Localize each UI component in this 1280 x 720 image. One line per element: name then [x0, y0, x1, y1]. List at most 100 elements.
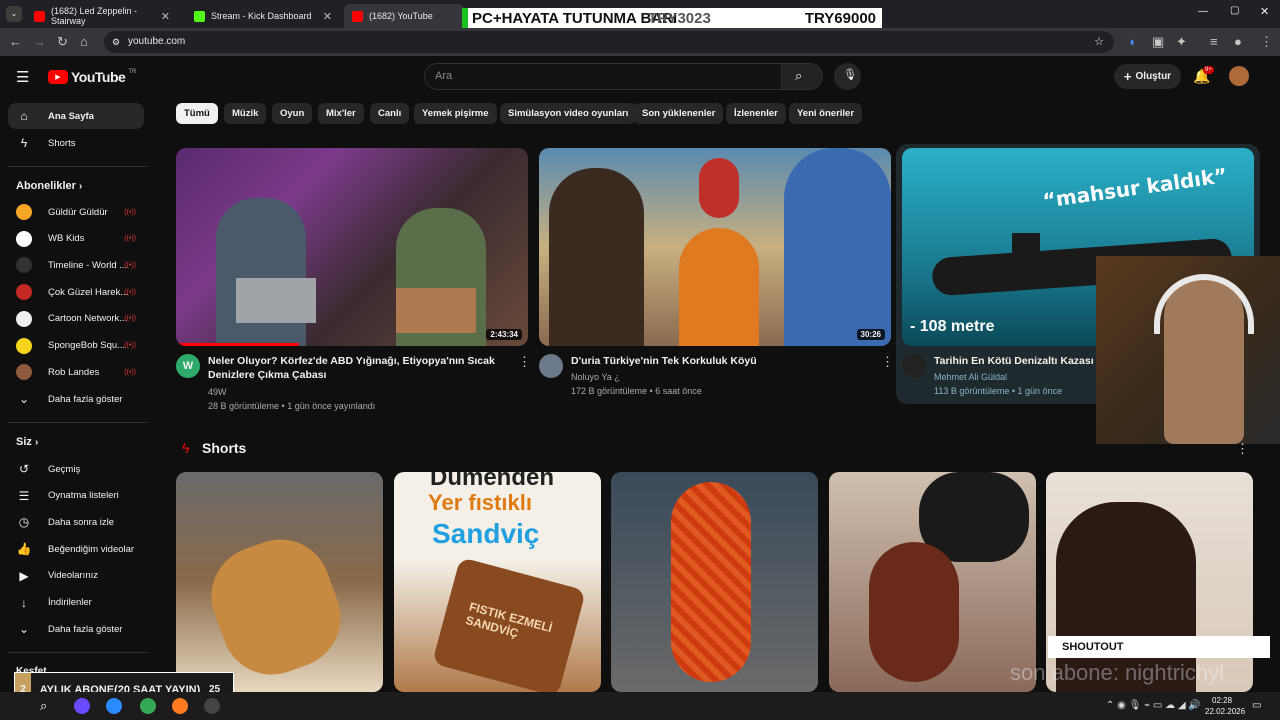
- live-indicator-icon: ((•)): [124, 288, 136, 296]
- reading-list-icon[interactable]: ≡: [1210, 34, 1218, 49]
- chevron-right-icon: ›: [34, 437, 39, 448]
- video-title[interactable]: D'uria Türkiye'nin Tek Korkuluk Köyü: [571, 354, 861, 368]
- app-icon[interactable]: [106, 698, 122, 714]
- browser-menu-icon[interactable]: ⋮: [1260, 34, 1273, 50]
- voice-search-button[interactable]: 🎙: [834, 63, 861, 90]
- sidebar-subscription-item[interactable]: WB Kids ((•)): [8, 226, 144, 252]
- search-icon[interactable]: ⌕: [40, 698, 56, 714]
- clock-date[interactable]: 22.02.2026: [1205, 707, 1245, 716]
- youtube-logo[interactable]: ▶ YouTube TR: [48, 69, 136, 85]
- short-caption: Sandviç: [432, 518, 540, 549]
- filter-chip[interactable]: Yeni öneriler: [789, 103, 863, 124]
- sidebar-item-download[interactable]: ↓ İndirilenler: [8, 590, 144, 616]
- sidebar-subscription-item[interactable]: Cartoon Network... ((•)): [8, 306, 144, 332]
- create-label: Oluştur: [1135, 71, 1172, 82]
- sidebar-item-like[interactable]: 👍 Beğendiğim videolar: [8, 536, 144, 562]
- profile-icon[interactable]: ●: [1234, 34, 1242, 49]
- back-icon[interactable]: ←: [9, 34, 22, 49]
- home-icon[interactable]: ⌂: [80, 34, 88, 49]
- extension-icon[interactable]: ▣: [1152, 34, 1164, 50]
- sidebar-subscription-item[interactable]: Timeline - World ... ((•)): [8, 252, 144, 278]
- channel-avatar[interactable]: [539, 354, 563, 378]
- filter-chip[interactable]: Simülasyon video oyunları: [500, 103, 637, 124]
- account-avatar[interactable]: [1229, 66, 1249, 86]
- search-button[interactable]: ⌕: [781, 63, 823, 90]
- sidebar-subscription-item[interactable]: Rob Landes ((•)): [8, 359, 144, 385]
- short-thumbnail[interactable]: [176, 472, 383, 692]
- filter-chip[interactable]: İzlenenler: [726, 103, 786, 124]
- close-tab-icon[interactable]: ✕: [161, 10, 170, 23]
- sidebar-divider: [8, 422, 148, 423]
- system-tray[interactable]: ⌃ ◉ 🎙 ⌁ ▭ ☁ ◢ 🔊: [1106, 700, 1201, 711]
- video-title[interactable]: Neler Oluyor? Körfez'de ABD Yığınağı, Et…: [208, 354, 498, 382]
- extension-icon[interactable]: ◖: [1128, 34, 1136, 49]
- short-thumbnail[interactable]: [611, 472, 818, 692]
- video-title[interactable]: Tarihin En Kötü Denizaltı Kazası - K: [934, 354, 1114, 368]
- app-icon[interactable]: [74, 698, 90, 714]
- sidebar-item-history[interactable]: ↺ Geçmiş: [8, 456, 144, 482]
- short-thumbnail[interactable]: [1046, 472, 1253, 692]
- maximize-icon[interactable]: ▢: [1230, 5, 1239, 16]
- url-text: youtube.com: [128, 36, 186, 47]
- chrome-icon[interactable]: [140, 698, 156, 714]
- close-window-icon[interactable]: ✕: [1260, 5, 1269, 18]
- filter-chip[interactable]: Müzik: [224, 103, 267, 124]
- filter-chip[interactable]: Son yüklenenler: [634, 103, 724, 124]
- channel-avatar[interactable]: [902, 354, 926, 378]
- channel-name[interactable]: Mehmet Ali Güldal: [934, 370, 1007, 384]
- minimize-icon[interactable]: —: [1198, 6, 1208, 17]
- thumbnail-submarine-tower: [1012, 233, 1040, 257]
- sidebar-show-more[interactable]: ⌄ Daha fazla göster: [8, 386, 144, 412]
- bookmark-star-icon[interactable]: ☆: [1094, 31, 1104, 53]
- sidebar-show-more[interactable]: ⌄ Daha fazla göster: [8, 616, 144, 642]
- tab-title: (1682) Led Zeppelin - Stairway: [51, 6, 138, 26]
- tab-kick-dashboard[interactable]: Stream - Kick Dashboard ✕: [186, 4, 340, 28]
- hamburger-menu-icon[interactable]: ☰: [16, 68, 29, 86]
- sidebar-item-playlist[interactable]: ☰ Oynatma listeleri: [8, 483, 144, 509]
- video-thumbnail[interactable]: 2:43:34: [176, 148, 528, 346]
- channel-name[interactable]: 49W: [208, 385, 227, 399]
- tab-led-zeppelin[interactable]: (1682) Led Zeppelin - Stairway ✕: [26, 4, 178, 28]
- address-bar[interactable]: ⚙ youtube.com ☆: [104, 31, 1114, 53]
- live-indicator-icon: ((•)): [124, 342, 136, 349]
- site-info-icon[interactable]: ⚙: [112, 31, 120, 53]
- filter-chip[interactable]: Oyun: [272, 103, 313, 124]
- search-input[interactable]: Ara: [424, 63, 782, 90]
- firefox-icon[interactable]: [172, 698, 188, 714]
- sidebar-subscription-item[interactable]: Çok Güzel Harek... ((•)): [8, 279, 144, 305]
- sidebar-subscription-item[interactable]: SpongeBob Squ... ((•)): [8, 333, 144, 359]
- short-caption: Dümenden: [430, 472, 555, 491]
- sidebar-item-clock[interactable]: ◷ Daha sonra izle: [8, 509, 144, 535]
- tab-youtube-active[interactable]: (1682) YouTube: [344, 4, 464, 28]
- you-heading[interactable]: Siz ›: [16, 436, 38, 448]
- short-thumbnail[interactable]: Dümenden Yer fıstıklı Sandviç FISTIK EZM…: [394, 472, 601, 692]
- plus-icon: +: [1123, 69, 1132, 84]
- video-thumbnail[interactable]: 30:26: [539, 148, 891, 346]
- clock-time[interactable]: 02:28: [1212, 696, 1232, 705]
- filter-chip[interactable]: Mix'ler: [318, 103, 364, 124]
- filter-chip[interactable]: Canlı: [370, 103, 410, 124]
- sidebar-item-video[interactable]: ▶ Videolarınız: [8, 563, 144, 589]
- filter-chip[interactable]: Yemek pişirme: [414, 103, 497, 124]
- notification-center-icon[interactable]: ▭: [1252, 700, 1261, 711]
- channel-avatar[interactable]: W: [176, 354, 200, 378]
- sidebar-subscription-item[interactable]: Güldür Güldür ((•)): [8, 199, 144, 225]
- sidebar-item-shorts[interactable]: ϟ Shorts: [8, 130, 144, 156]
- short-thumbnail[interactable]: [829, 472, 1036, 692]
- shorts-more-options-icon[interactable]: ⋮: [1236, 441, 1249, 457]
- tab-list-button[interactable]: ⌄: [6, 6, 22, 22]
- more-options-icon[interactable]: ⋮: [518, 354, 531, 370]
- reload-icon[interactable]: ↻: [57, 34, 68, 50]
- sidebar-item-home[interactable]: ⌂ Ana Sayfa: [8, 103, 144, 129]
- extensions-puzzle-icon[interactable]: ✦: [1176, 34, 1187, 50]
- sidebar-item-label: Güldür Güldür: [48, 206, 108, 218]
- create-button[interactable]: + Oluştur: [1114, 64, 1181, 89]
- forward-icon[interactable]: →: [33, 34, 46, 49]
- close-tab-icon[interactable]: ✕: [323, 10, 332, 23]
- sidebar-item-label: Ana Sayfa: [48, 110, 94, 122]
- subscriptions-heading[interactable]: Abonelikler ›: [16, 180, 82, 192]
- channel-name[interactable]: Noluyo Ya ¿: [571, 370, 620, 384]
- obs-icon[interactable]: [204, 698, 220, 714]
- filter-chip[interactable]: Tümü: [176, 103, 218, 124]
- more-options-icon[interactable]: ⋮: [881, 354, 894, 370]
